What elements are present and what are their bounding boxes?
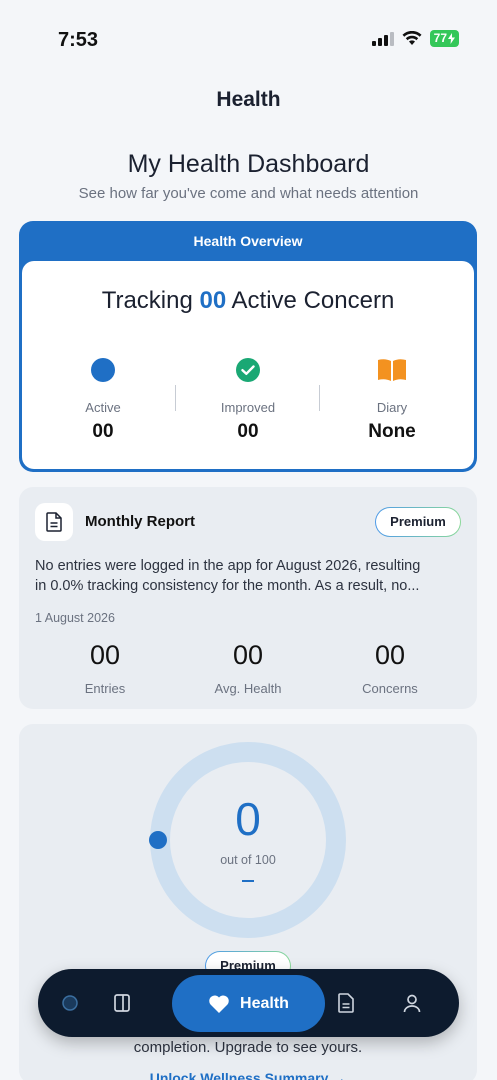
charging-bolt-icon	[448, 33, 455, 44]
book-icon	[378, 359, 406, 381]
stat-diary[interactable]: Diary None	[317, 356, 467, 443]
battery-indicator: 77	[429, 30, 459, 47]
stat-active[interactable]: Active 00	[28, 356, 178, 443]
report-summary-line: No entries were logged in the app for Au…	[35, 558, 421, 574]
tab-reports[interactable]	[324, 969, 368, 1037]
wifi-icon	[402, 31, 422, 45]
overview-body: Tracking 00 Active Concern Active 00 Imp…	[22, 261, 474, 469]
report-stat-entries: 00 Entries	[35, 640, 175, 696]
tracking-suffix: Active Concern	[231, 287, 395, 314]
report-stat-avg-health: 00 Avg. Health	[178, 640, 318, 696]
document-icon	[338, 993, 354, 1013]
book-outline-icon	[114, 994, 130, 1012]
report-summary: No entries were logged in the app for Au…	[35, 556, 465, 596]
report-stat-label: Avg. Health	[214, 681, 282, 696]
score-dash	[242, 880, 254, 882]
stat-improved[interactable]: Improved 00	[173, 356, 323, 443]
status-bar: 7:53 77	[0, 0, 497, 70]
tab-journal[interactable]	[100, 969, 144, 1037]
tab-home[interactable]	[48, 969, 92, 1037]
report-date: 1 August 2026	[35, 611, 115, 625]
unlock-wellness-link[interactable]: Unlock Wellness Summary →	[19, 1070, 477, 1080]
dashboard-title: My Health Dashboard	[127, 150, 370, 178]
health-overview-card: Health Overview Tracking 00 Active Conce…	[19, 221, 477, 472]
status-time: 7:53	[58, 29, 99, 51]
report-stat-label: Entries	[84, 681, 126, 696]
overview-heading: Health Overview	[193, 233, 303, 249]
tab-health-label: Health	[240, 994, 289, 1012]
check-circle-icon	[236, 358, 260, 382]
score-value: 0	[235, 793, 261, 845]
stat-improved-label: Improved	[220, 400, 276, 415]
cellular-signal-icon	[371, 31, 394, 46]
report-stat-value: 00	[232, 640, 264, 670]
report-title: Monthly Report	[85, 513, 195, 530]
tab-profile[interactable]	[390, 969, 434, 1037]
heart-icon	[209, 994, 229, 1013]
monthly-report-card[interactable]: Monthly Report Premium No entries were l…	[19, 487, 477, 709]
report-stat-value: 00	[89, 640, 121, 670]
report-stat-label: Concerns	[362, 681, 418, 696]
stat-active-value: 00	[92, 421, 114, 442]
page-title: Health	[216, 88, 281, 111]
bottom-tab-bar: Health	[38, 969, 459, 1037]
tracking-count: 00	[199, 287, 227, 314]
stat-improved-value: 00	[237, 421, 259, 442]
home-icon	[62, 995, 78, 1011]
status-icons: 77	[371, 30, 459, 47]
tab-health[interactable]: Health	[172, 975, 325, 1032]
blue-dot-icon	[91, 358, 115, 382]
stat-diary-value: None	[368, 421, 416, 442]
tracking-prefix: Tracking	[101, 287, 193, 314]
score-out-of: out of 100	[220, 853, 276, 867]
report-stat-concerns: 00 Concerns	[320, 640, 460, 696]
report-summary-line: in 0.0% tracking consistency for the mon…	[35, 578, 420, 594]
profile-icon	[403, 994, 421, 1013]
tracking-summary: Tracking 00 Active Concern	[22, 287, 474, 315]
report-stat-value: 00	[374, 640, 406, 670]
completion-text: completion. Upgrade to see yours.	[133, 1039, 363, 1056]
premium-badge[interactable]: Premium	[375, 507, 461, 537]
battery-level: 77	[433, 31, 447, 45]
stat-active-label: Active	[85, 400, 121, 415]
stat-diary-label: Diary	[376, 400, 408, 415]
report-document-icon	[35, 503, 73, 541]
dashboard-subtitle: See how far you've come and what needs a…	[78, 185, 419, 202]
